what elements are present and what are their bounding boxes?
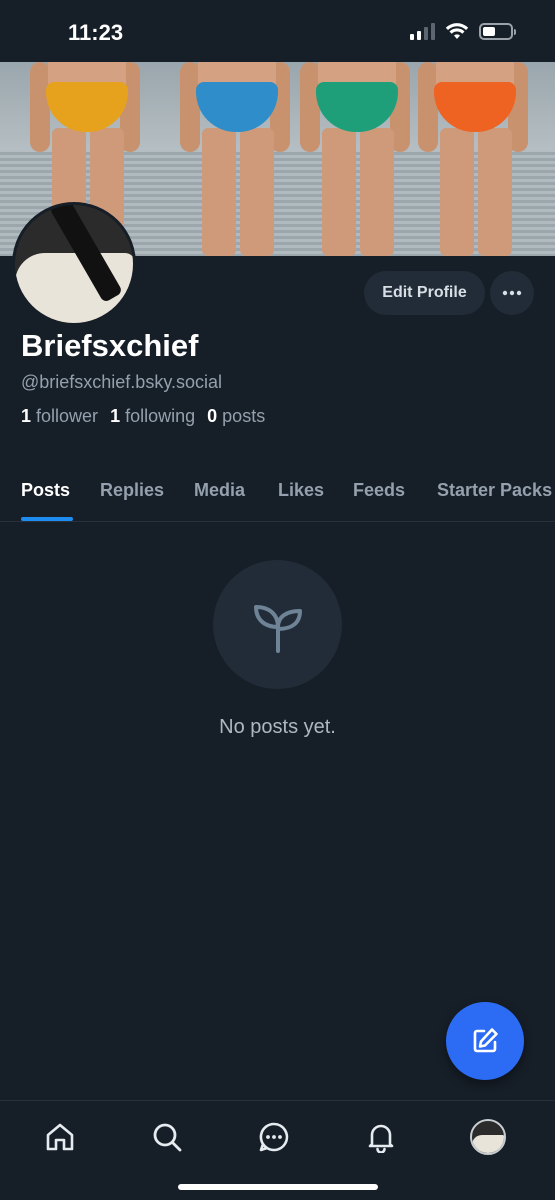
battery-icon xyxy=(479,22,516,40)
profile-tabs: Posts Replies Media Likes Feeds Starter … xyxy=(0,460,555,522)
profile-stats: 1 follower 1 following 0 posts xyxy=(21,406,265,427)
posts-label: posts xyxy=(222,406,266,426)
profile-handle: @briefsxchief.bsky.social xyxy=(21,372,223,392)
nav-home[interactable] xyxy=(40,1117,80,1157)
followers-stat[interactable]: 1 follower xyxy=(21,406,98,427)
tab-likes[interactable]: Likes xyxy=(278,480,324,501)
following-count: 1 xyxy=(110,406,121,426)
profile-avatar[interactable] xyxy=(12,202,136,326)
nav-chat[interactable] xyxy=(254,1117,294,1157)
cellular-signal-icon xyxy=(410,22,435,40)
chat-icon xyxy=(259,1122,289,1152)
search-icon xyxy=(153,1123,182,1152)
bottom-navigation xyxy=(0,1100,555,1200)
followers-label: follower xyxy=(36,406,99,426)
status-bar: 11:23 xyxy=(0,0,555,62)
tab-starter-packs[interactable]: Starter Packs xyxy=(437,480,552,501)
home-icon xyxy=(46,1123,74,1151)
more-options-button[interactable] xyxy=(490,271,534,315)
empty-state-icon-container xyxy=(213,560,342,689)
ellipsis-icon xyxy=(502,290,522,296)
nav-search[interactable] xyxy=(147,1117,187,1157)
tab-media[interactable]: Media xyxy=(194,480,245,501)
tab-posts[interactable]: Posts xyxy=(21,480,70,501)
avatar xyxy=(470,1119,506,1155)
following-stat[interactable]: 1 following xyxy=(110,406,195,427)
compose-icon xyxy=(473,1028,498,1053)
status-time: 11:23 xyxy=(68,20,124,45)
edit-profile-button[interactable]: Edit Profile xyxy=(364,271,485,315)
home-indicator xyxy=(178,1184,378,1190)
bell-icon xyxy=(368,1124,394,1153)
nav-notifications[interactable] xyxy=(361,1117,401,1157)
tab-feeds[interactable]: Feeds xyxy=(353,480,405,501)
wifi-icon xyxy=(445,23,469,39)
active-tab-indicator xyxy=(21,517,73,521)
display-name: Briefsxchief xyxy=(21,328,199,363)
empty-state-text: No posts yet. xyxy=(219,716,336,738)
posts-count: 0 xyxy=(207,406,218,426)
status-icons xyxy=(410,22,516,40)
tab-replies[interactable]: Replies xyxy=(100,480,164,501)
nav-profile[interactable] xyxy=(468,1117,508,1157)
followers-count: 1 xyxy=(21,406,32,426)
sprout-icon xyxy=(253,604,302,653)
posts-stat: 0 posts xyxy=(207,406,265,427)
following-label: following xyxy=(125,406,196,426)
compose-post-button[interactable] xyxy=(446,1002,524,1080)
